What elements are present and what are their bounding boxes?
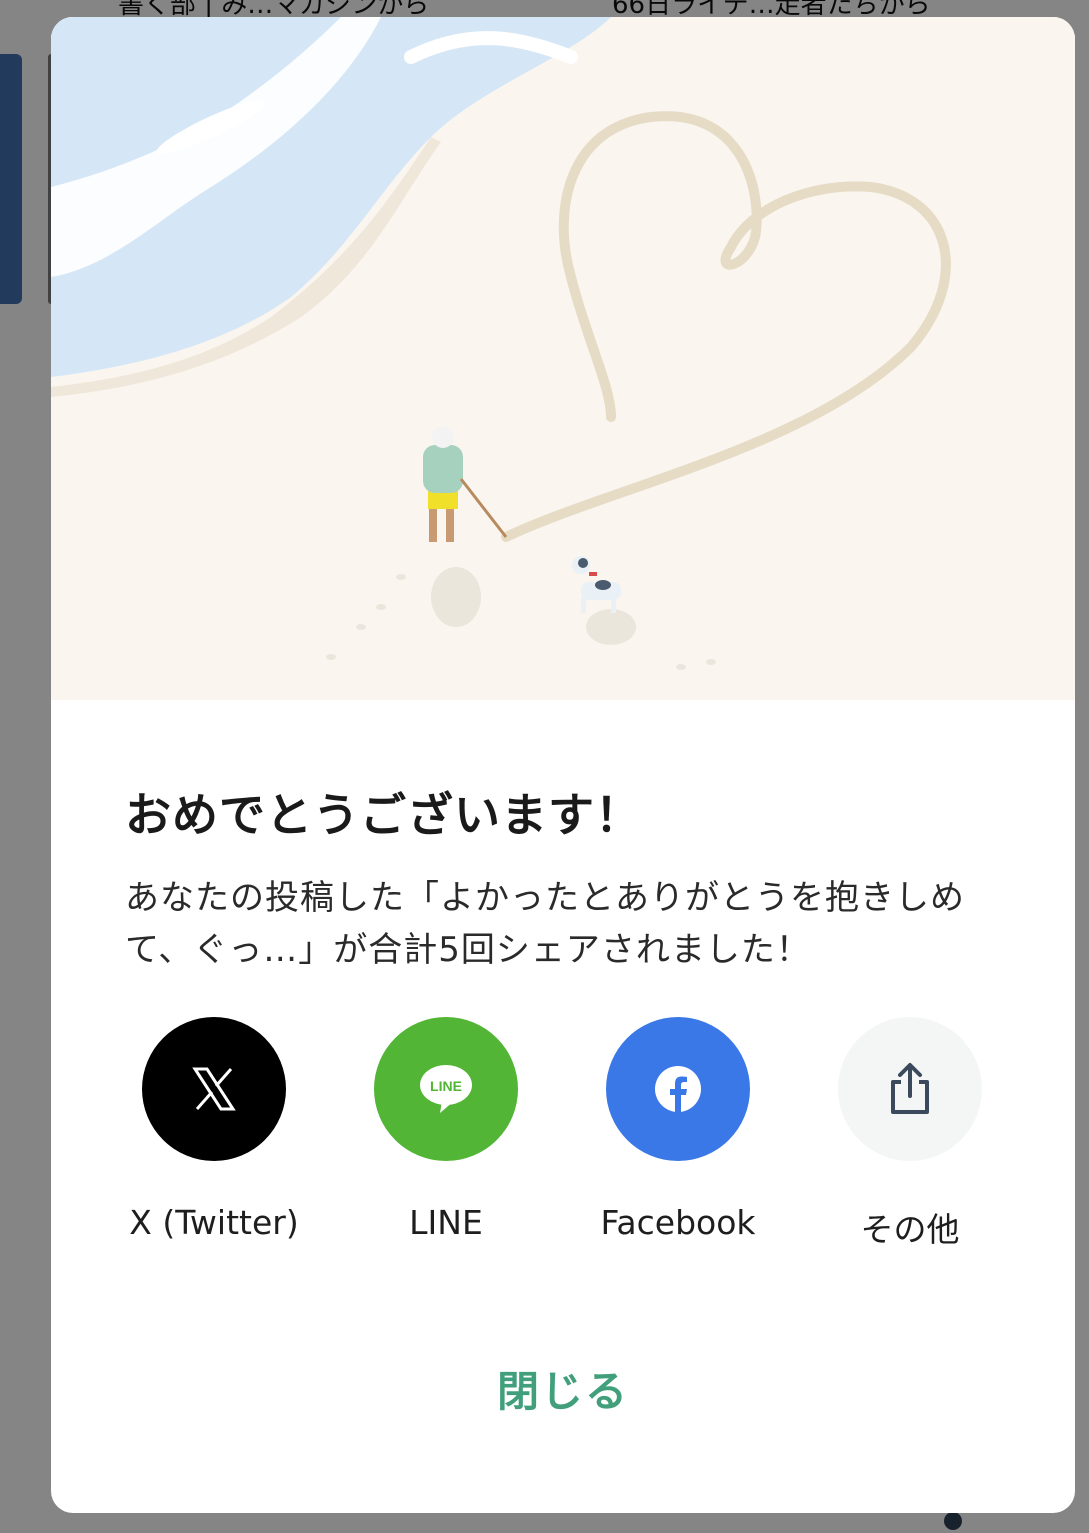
line-logo-text: LINE: [430, 1078, 462, 1094]
share-line-label: LINE: [409, 1203, 483, 1242]
share-facebook-label: Facebook: [600, 1203, 756, 1242]
share-modal: おめでとうございます！ あなたの投稿した「よかったとありがとうを抱きしめて、ぐっ…: [51, 17, 1075, 1513]
x-logo-icon[interactable]: [142, 1017, 286, 1161]
modal-title: おめでとうございます！: [125, 788, 642, 842]
beach-heart-illustration: [51, 17, 1075, 700]
facebook-logo-icon[interactable]: [606, 1017, 750, 1161]
share-x-button[interactable]: X (Twitter): [98, 1017, 330, 1267]
share-options: X (Twitter) LINE LINE Facebook その他: [51, 1017, 1075, 1277]
share-other-label: その他: [860, 1210, 960, 1249]
share-line-button[interactable]: LINE LINE: [330, 1017, 562, 1267]
share-facebook-button[interactable]: Facebook: [562, 1017, 794, 1267]
modal-message: あなたの投稿した「よかったとありがとうを抱きしめて、ぐっ…」が合計5回シェアされ…: [125, 878, 965, 970]
share-x-label: X (Twitter): [129, 1203, 299, 1242]
share-other-button[interactable]: その他: [794, 1017, 1026, 1267]
share-icon[interactable]: [838, 1017, 982, 1161]
hero-illustration: [51, 17, 1075, 700]
close-button[interactable]: 閉じる: [413, 1352, 713, 1432]
line-logo-icon[interactable]: LINE: [374, 1017, 518, 1161]
